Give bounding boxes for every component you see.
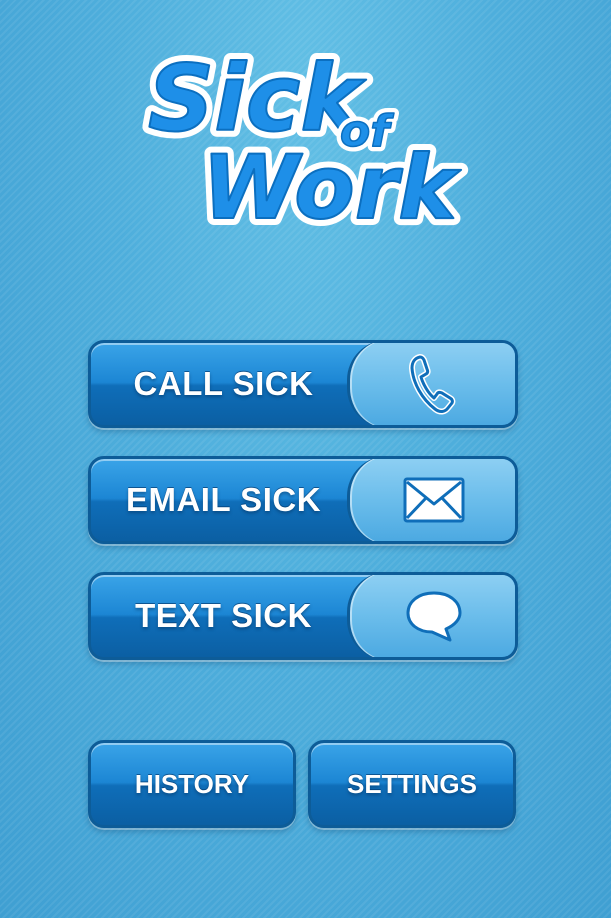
email-sick-label: EMAIL SICK [125,481,322,518]
text-sick-button[interactable]: TEXT SICK [88,572,518,660]
logo-work-text: Work [202,136,461,238]
text-sick-label: TEXT SICK [135,597,312,634]
call-sick-label: CALL SICK [133,365,314,402]
email-sick-button[interactable]: EMAIL SICK [88,456,518,544]
email-icon-panel [347,459,515,541]
app-logo: Sick Sick of of Work Work [140,38,470,238]
envelope-icon [403,477,465,523]
phone-icon [409,354,456,415]
app-logo-graphic: Sick Sick of of Work Work [141,38,468,238]
call-sick-button[interactable]: CALL SICK [88,340,518,428]
settings-button[interactable]: SETTINGS [308,740,516,828]
history-button[interactable]: HISTORY [88,740,296,828]
text-icon-panel [347,575,515,657]
speech-bubble-icon [406,591,462,642]
call-icon-panel [347,343,515,425]
